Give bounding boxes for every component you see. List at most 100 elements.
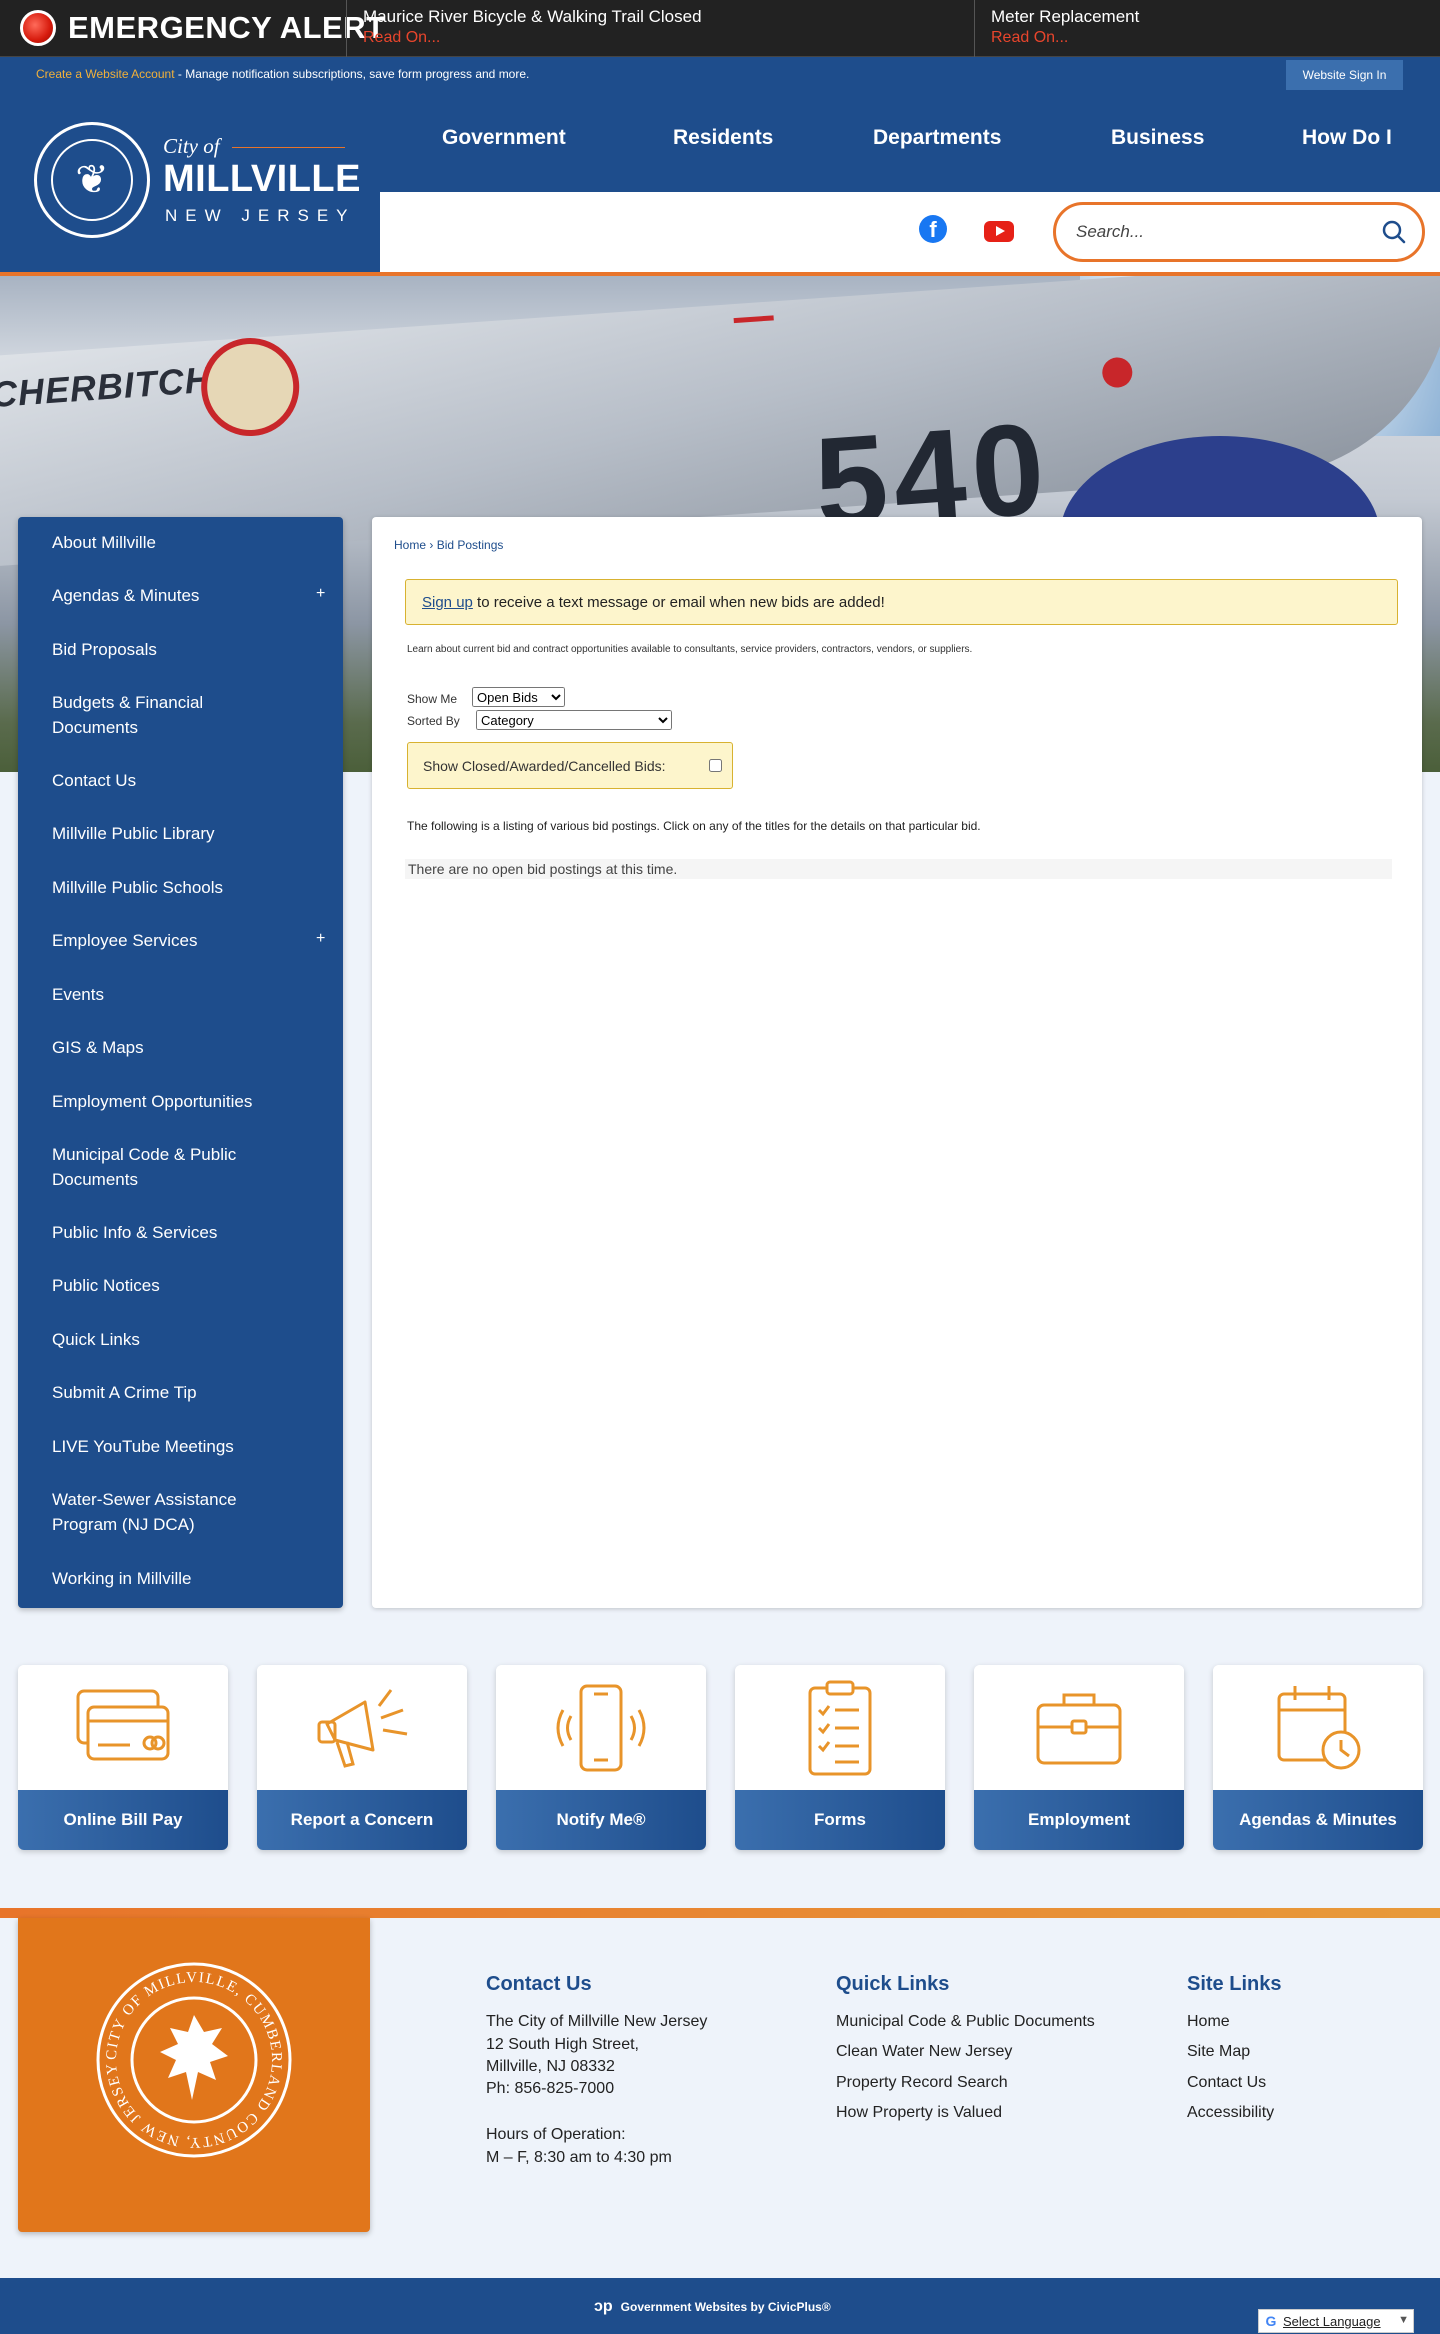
tile-notify-me[interactable]: Notify Me®: [496, 1665, 706, 1850]
show-me-select[interactable]: Open Bids: [472, 687, 565, 707]
sign-up-link[interactable]: Sign up: [422, 594, 473, 611]
footer-link-contact-us[interactable]: Contact Us: [1187, 2074, 1266, 2092]
nav-residents[interactable]: Residents: [673, 126, 773, 150]
tile-employment[interactable]: Employment: [974, 1665, 1184, 1850]
alert-item-trail[interactable]: Maurice River Bicycle & Walking Trail Cl…: [346, 0, 974, 57]
credit-card-icon: [76, 1689, 170, 1760]
content-card: Home › Bid Postings Sign up to receive a…: [372, 517, 1422, 1608]
nav-business[interactable]: Business: [1111, 126, 1204, 150]
tile-icon-area: [974, 1665, 1184, 1790]
holly-leaf-icon: ❦: [51, 139, 133, 221]
nav-departments[interactable]: Departments: [873, 126, 1001, 150]
notice-text: Sign up to receive a text message or ema…: [422, 594, 885, 611]
dropdown-arrow-icon[interactable]: ▼: [1398, 2314, 1409, 2326]
sidebar-item-events[interactable]: Events: [52, 982, 292, 1007]
website-sign-in-button[interactable]: Website Sign In: [1286, 60, 1403, 90]
youtube-icon[interactable]: [984, 221, 1014, 242]
sidebar-item-employee-services[interactable]: Employee Services: [52, 928, 292, 953]
sorted-by-select[interactable]: Category: [476, 710, 672, 730]
sidebar-item-library[interactable]: Millville Public Library: [52, 821, 292, 846]
footer-link-home[interactable]: Home: [1187, 2013, 1230, 2031]
tile-label[interactable]: Employment: [974, 1790, 1184, 1850]
sidebar-item-working-in-millville[interactable]: Working in Millville: [52, 1566, 292, 1591]
tile-label[interactable]: Agendas & Minutes: [1213, 1790, 1423, 1850]
sidebar-item-budgets[interactable]: Budgets & Financial Documents: [52, 690, 292, 740]
sidebar-item-youtube-meetings[interactable]: LIVE YouTube Meetings: [52, 1434, 292, 1459]
select-language-link[interactable]: Select Language: [1283, 2314, 1381, 2329]
tile-label[interactable]: Notify Me®: [496, 1790, 706, 1850]
sidebar-item-about-millville[interactable]: About Millville: [52, 530, 292, 555]
footer-link-municipal-code[interactable]: Municipal Code & Public Documents: [836, 2013, 1095, 2031]
search-icon[interactable]: [1382, 220, 1406, 244]
breadcrumb-separator: ›: [426, 538, 437, 552]
tile-icon-area: [735, 1665, 945, 1790]
footer-link-site-map[interactable]: Site Map: [1187, 2043, 1250, 2061]
create-account-link[interactable]: Create a Website Account: [36, 67, 175, 81]
alert-read-on-link[interactable]: Read On...: [991, 28, 1440, 48]
civicplus-link[interactable]: ↄ⁠p Government Websites by CivicPlus®: [594, 2298, 831, 2316]
tile-agendas-minutes[interactable]: Agendas & Minutes: [1213, 1665, 1423, 1850]
closed-bids-checkbox[interactable]: [709, 759, 722, 772]
site-logo[interactable]: ❦ City of MILLVILLE NEW JERSEY: [0, 92, 380, 272]
alert-item-title[interactable]: Maurice River Bicycle & Walking Trail Cl…: [363, 6, 974, 28]
sidebar-item-public-notices[interactable]: Public Notices: [52, 1273, 292, 1298]
logo-divider: [232, 147, 345, 148]
bid-intro-text: Learn about current bid and contract opp…: [407, 644, 973, 655]
sidebar-item-quick-links[interactable]: Quick Links: [52, 1327, 292, 1352]
tile-online-bill-pay[interactable]: Online Bill Pay: [18, 1665, 228, 1850]
sorted-by-label: Sorted By: [407, 714, 460, 728]
nav-government[interactable]: Government: [442, 126, 566, 150]
tile-forms[interactable]: Forms: [735, 1665, 945, 1850]
tile-label[interactable]: Forms: [735, 1790, 945, 1850]
expand-icon[interactable]: +: [316, 585, 325, 603]
sidebar-item-schools[interactable]: Millville Public Schools: [52, 875, 292, 900]
facebook-icon[interactable]: f: [919, 215, 947, 243]
breadcrumb-home-link[interactable]: Home: [394, 538, 426, 552]
footer-link-property-record[interactable]: Property Record Search: [836, 2074, 1008, 2092]
holly-leaf-icon: [160, 2015, 228, 2100]
phone-icon: [556, 1684, 646, 1771]
sidebar-item-employment[interactable]: Employment Opportunities: [52, 1089, 292, 1114]
alert-dot-icon: [20, 10, 56, 46]
city-seal-icon: ❦: [34, 122, 150, 238]
footer-contact-line: Millville, NJ 08332: [486, 2058, 615, 2075]
account-bar: Create a Website Account - Manage notifi…: [0, 57, 1440, 92]
logo-city-name: MILLVILLE: [163, 158, 361, 200]
footer-contact-title: Contact Us: [486, 1973, 592, 1995]
sidebar-item-contact-us[interactable]: Contact Us: [52, 768, 292, 793]
sidebar-item-agendas-minutes[interactable]: Agendas & Minutes: [52, 583, 292, 608]
sidebar-item-water-sewer[interactable]: Water-Sewer Assistance Program (NJ DCA): [52, 1487, 292, 1537]
breadcrumb-current[interactable]: Bid Postings: [437, 538, 504, 552]
emergency-alert-bar: EMERGENCY ALERT Maurice River Bicycle & …: [0, 0, 1440, 57]
nav-how-do-i[interactable]: How Do I: [1302, 126, 1392, 150]
sidebar-item-municipal-code[interactable]: Municipal Code & Public Documents: [52, 1142, 292, 1192]
footer-contact-line: 12 South High Street,: [486, 2036, 639, 2053]
sidebar-item-crime-tip[interactable]: Submit A Crime Tip: [52, 1380, 292, 1405]
footer-seal-block: CITY OF MILLVILLE, CUMBERLAND COUNTY, NE…: [18, 1918, 370, 2232]
briefcase-icon: [1036, 1693, 1122, 1764]
listing-description: The following is a listing of various bi…: [407, 819, 981, 833]
show-me-label: Show Me: [407, 692, 458, 706]
tile-label[interactable]: Report a Concern: [257, 1790, 467, 1850]
clipboard-icon: [808, 1680, 872, 1775]
footer-link-property-valued[interactable]: How Property is Valued: [836, 2104, 1002, 2122]
calendar-clock-icon: [1277, 1685, 1361, 1769]
footer-link-clean-water[interactable]: Clean Water New Jersey: [836, 2043, 1012, 2061]
closed-bids-label: Show Closed/Awarded/Cancelled Bids:: [423, 758, 666, 774]
sidebar-item-public-info[interactable]: Public Info & Services: [52, 1220, 292, 1245]
expand-icon[interactable]: +: [316, 930, 325, 948]
language-selector[interactable]: G Select Language ▼: [1258, 2309, 1414, 2333]
footer-link-accessibility[interactable]: Accessibility: [1187, 2104, 1274, 2122]
search-input[interactable]: [1076, 219, 1366, 245]
sidebar-item-gis-maps[interactable]: GIS & Maps: [52, 1035, 292, 1060]
alert-item-meter[interactable]: Meter Replacement Read On...: [974, 0, 1440, 57]
no-bids-message: There are no open bid postings at this t…: [405, 859, 1392, 879]
sidebar-item-bid-proposals[interactable]: Bid Proposals: [52, 637, 292, 662]
tile-report-a-concern[interactable]: Report a Concern: [257, 1665, 467, 1850]
civicplus-text[interactable]: Government Websites by CivicPlus®: [621, 2300, 831, 2314]
alert-read-on-link[interactable]: Read On...: [363, 28, 974, 48]
banner-red-dot: [1101, 356, 1134, 389]
footer-contact-line: The City of Millville New Jersey: [486, 2013, 708, 2030]
tile-label[interactable]: Online Bill Pay: [18, 1790, 228, 1850]
alert-item-title[interactable]: Meter Replacement: [991, 6, 1440, 28]
